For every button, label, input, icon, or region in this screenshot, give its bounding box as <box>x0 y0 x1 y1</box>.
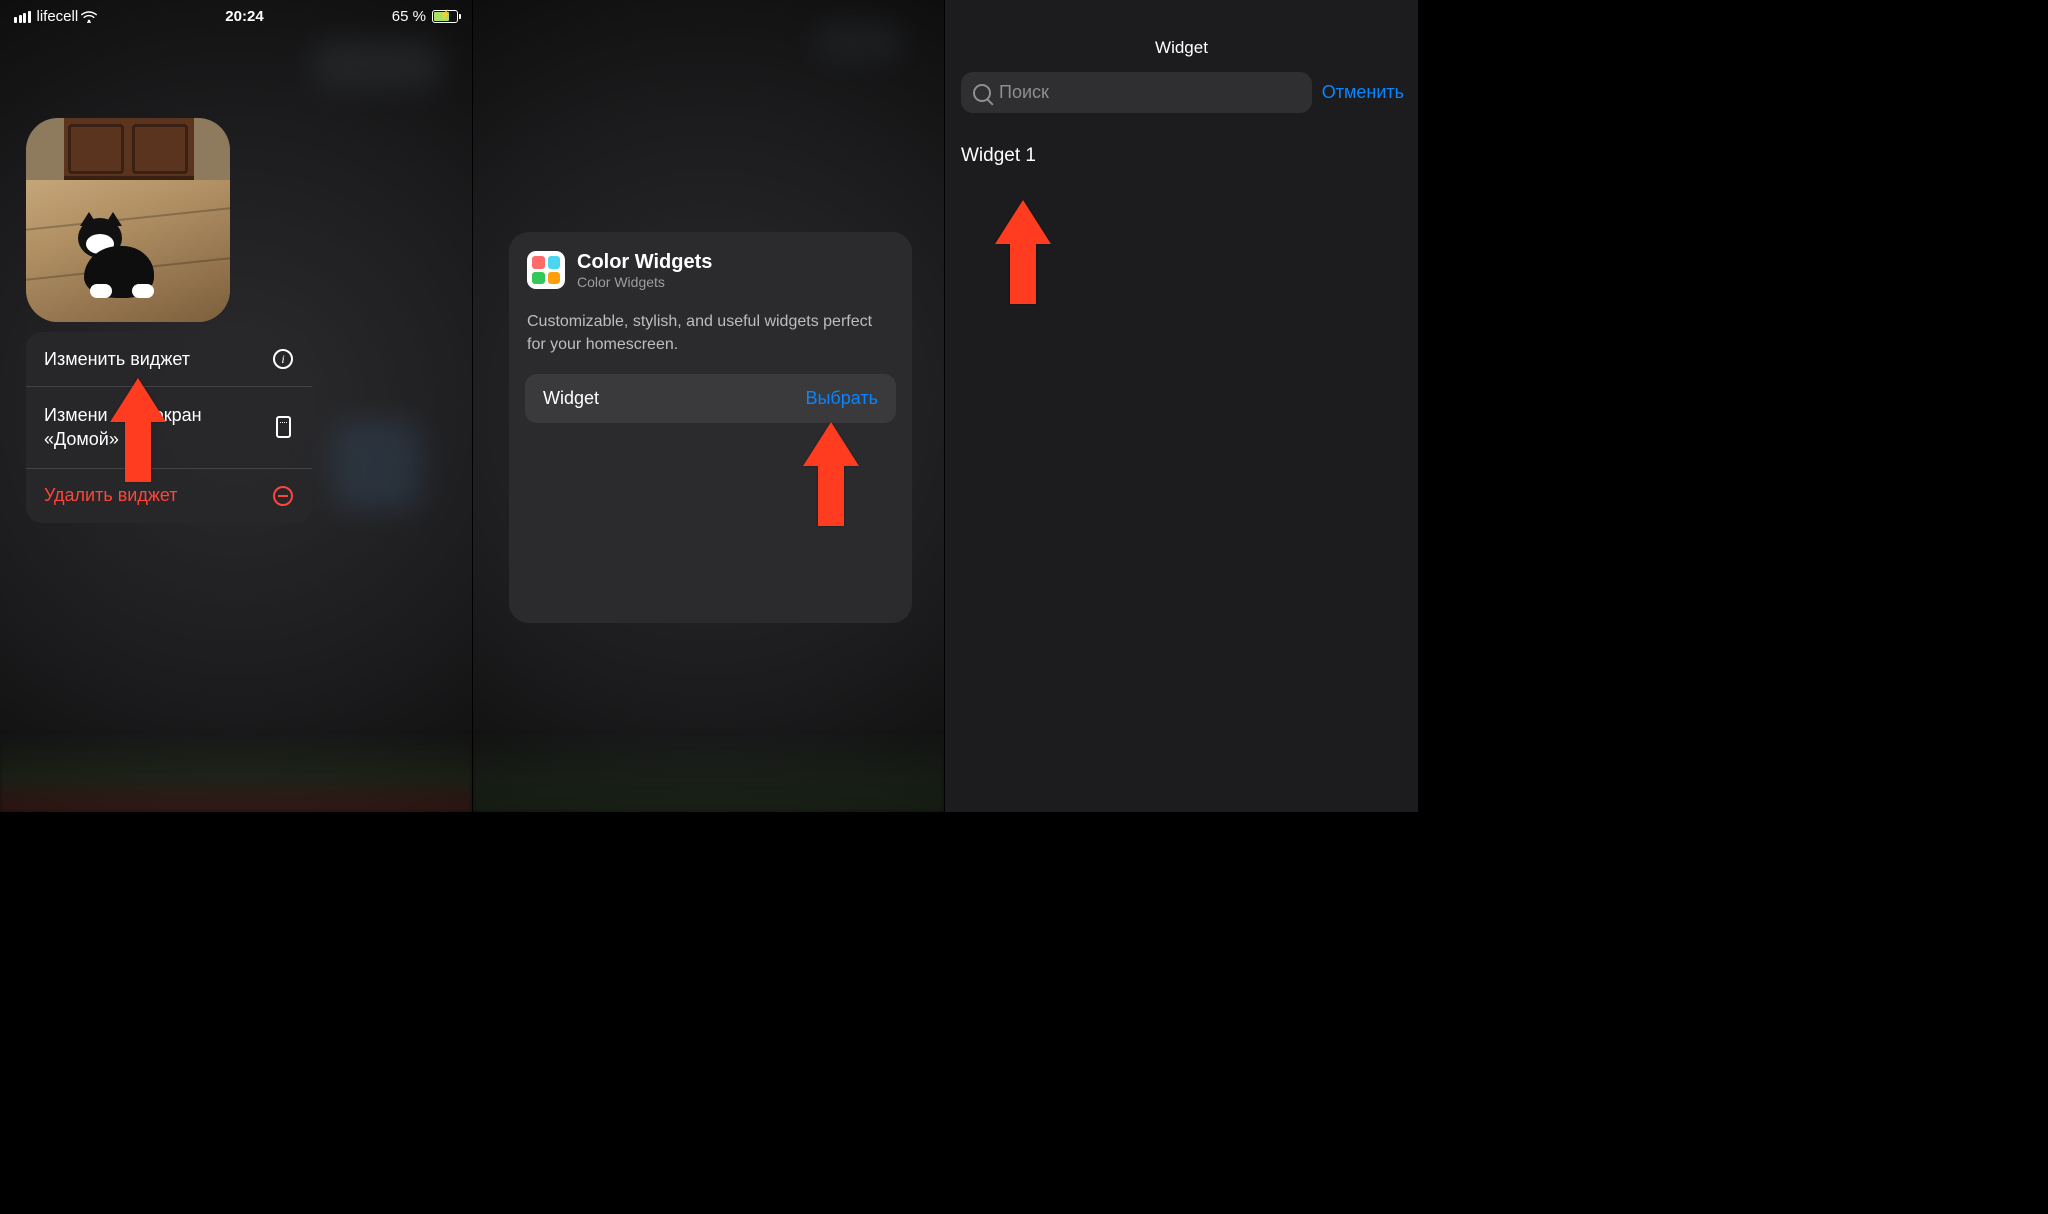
delete-widget-item[interactable]: Удалить виджет <box>26 469 312 523</box>
widget-preview-image[interactable] <box>26 118 230 322</box>
status-bar: lifecell 20:24 65 % ⚡ <box>0 0 472 25</box>
widget-row-label: Widget <box>543 388 599 409</box>
color-widgets-app-icon <box>527 251 565 289</box>
wifi-icon <box>81 11 97 23</box>
cellular-signal-icon <box>14 11 31 23</box>
battery-icon: ⚡ <box>432 10 458 23</box>
cancel-button[interactable]: Отменить <box>1322 82 1404 103</box>
choose-button[interactable]: Выбрать <box>805 388 878 409</box>
edit-home-item[interactable]: Измени экран «Домой» <box>26 387 312 469</box>
screenshot-panel-1: lifecell 20:24 65 % ⚡ Изменить виджет <box>0 0 473 812</box>
screenshot-panel-3: Widget Поиск Отменить Widget 1 <box>945 0 1418 812</box>
annotation-arrow-icon <box>110 378 166 482</box>
dock-blur <box>0 732 472 812</box>
info-icon: i <box>272 348 294 370</box>
search-placeholder: Поиск <box>999 82 1049 103</box>
widget-list-item[interactable]: Widget 1 <box>945 127 1418 185</box>
carrier-label: lifecell <box>37 8 79 25</box>
status-time: 20:24 <box>225 8 263 25</box>
app-subtitle: Color Widgets <box>577 274 712 290</box>
dock-blur <box>473 732 944 812</box>
status-right: 65 % ⚡ <box>392 8 458 25</box>
app-title: Color Widgets <box>577 250 712 274</box>
screenshot-panel-2: Color Widgets Color Widgets Customizable… <box>473 0 945 812</box>
battery-percentage: 65 % <box>392 8 426 25</box>
phone-grid-icon <box>272 416 294 438</box>
annotation-arrow-icon <box>995 200 1051 304</box>
app-description: Customizable, stylish, and useful widget… <box>509 298 912 374</box>
widget-select-row[interactable]: Widget Выбрать <box>525 374 896 423</box>
sheet-title: Widget <box>945 0 1418 72</box>
status-left: lifecell <box>14 8 97 25</box>
search-row: Поиск Отменить <box>945 72 1418 127</box>
edit-widget-item[interactable]: Изменить виджет i <box>26 332 312 387</box>
search-input[interactable]: Поиск <box>961 72 1312 113</box>
annotation-arrow-icon <box>803 422 859 526</box>
delete-widget-label: Удалить виджет <box>44 485 178 506</box>
search-icon <box>973 84 991 102</box>
edit-widget-label: Изменить виджет <box>44 349 190 370</box>
widget-context-menu: Изменить виджет i Измени экран «Домой» У… <box>26 332 312 523</box>
remove-icon <box>272 485 294 507</box>
